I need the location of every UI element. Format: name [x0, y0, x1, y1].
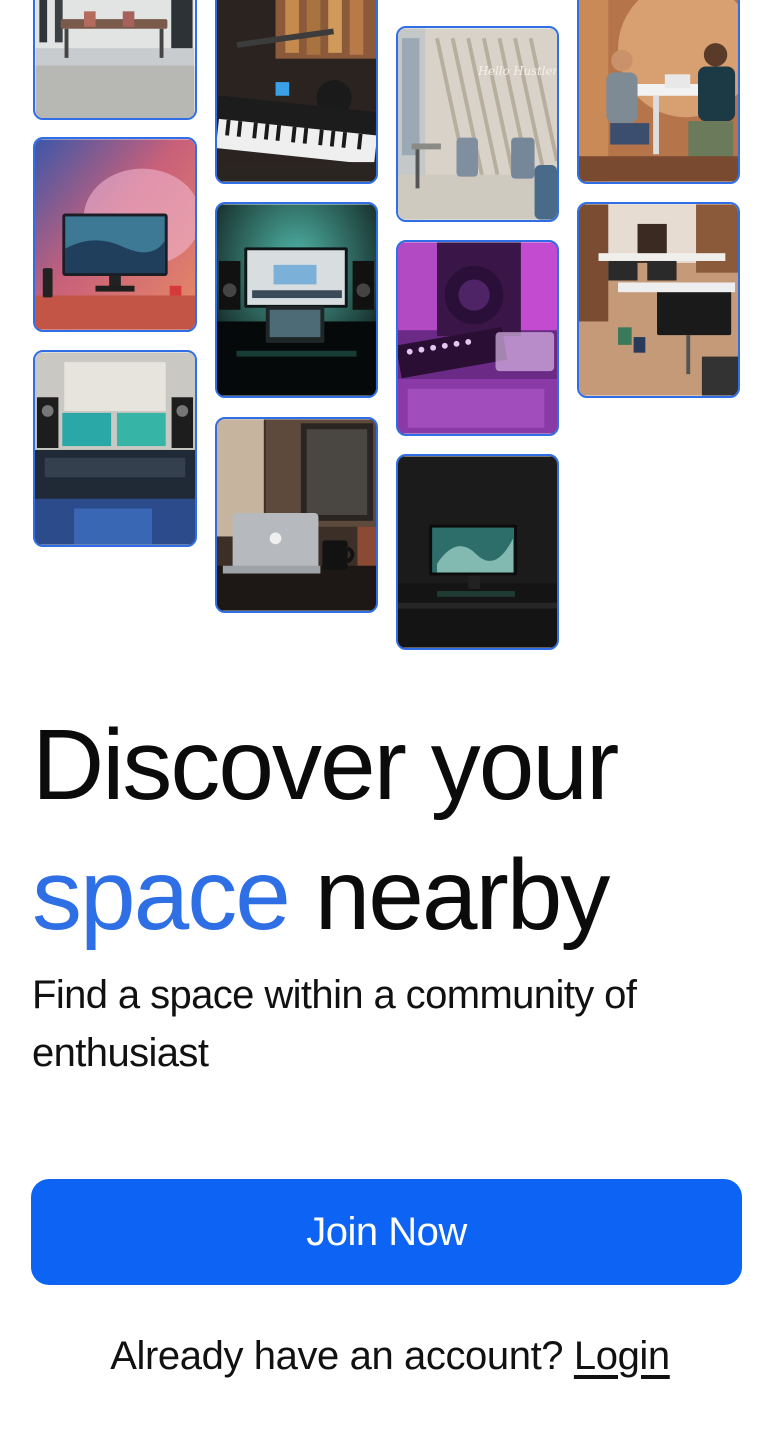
- hero-title-rest: nearby: [314, 839, 611, 951]
- login-row: Already have an account? Login: [0, 1334, 780, 1379]
- gallery-tile-coworking-conversation[interactable]: [577, 0, 740, 184]
- hero-subtitle: Find a space within a community of enthu…: [32, 973, 637, 1075]
- gallery-tile-editing-desk-monitor[interactable]: [215, 202, 378, 398]
- editing-desk-monitor-image: [217, 204, 376, 396]
- purple-dj-mixer-image: [398, 242, 557, 434]
- neon-desk-setup-image: [35, 139, 195, 330]
- join-now-button[interactable]: Join Now: [31, 1179, 742, 1285]
- gallery-tile-open-office-desks[interactable]: [577, 202, 740, 398]
- gallery-tile-music-studio-keyboard[interactable]: [215, 0, 378, 184]
- open-office-desks-image: [579, 204, 738, 396]
- office-meeting-room-image: [35, 0, 195, 118]
- cafe-sign-text: Hello Hustler: [477, 64, 557, 78]
- music-studio-keyboard-image: [217, 0, 376, 182]
- gallery-tile-laptop-desk[interactable]: [215, 417, 378, 613]
- hero-title-line1: Discover your: [32, 709, 619, 821]
- gallery-tile-dark-monitor-desk[interactable]: [396, 454, 559, 650]
- gallery-tile-purple-dj-mixer[interactable]: [396, 240, 559, 436]
- gallery-tile-recording-studio-console[interactable]: [33, 350, 197, 547]
- login-prompt: Already have an account?: [110, 1334, 564, 1378]
- coworking-conversation-image: [579, 0, 738, 182]
- hero-title-accent: space: [32, 839, 291, 951]
- recording-studio-console-image: [35, 352, 195, 545]
- gallery-tile-office-meeting-room[interactable]: [33, 0, 197, 120]
- gallery-tile-cafe-hello-sign[interactable]: Hello Hustler: [396, 26, 559, 222]
- gallery-tile-neon-desk-setup[interactable]: [33, 137, 197, 332]
- cafe-hello-sign-image: Hello Hustler: [398, 28, 557, 220]
- laptop-desk-image: [217, 419, 376, 611]
- dark-monitor-desk-image: [398, 456, 557, 648]
- login-link[interactable]: Login: [574, 1334, 670, 1378]
- hero-title: Discover your space nearby: [32, 700, 619, 960]
